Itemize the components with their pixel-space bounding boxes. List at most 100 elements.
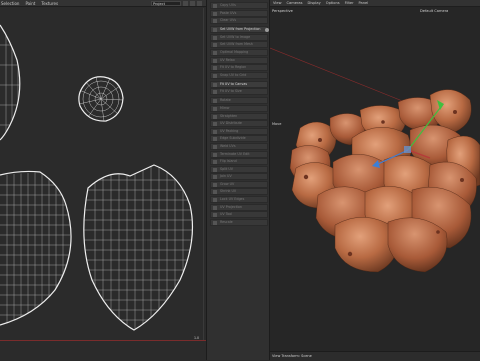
command-label: Flip Island [220,159,237,164]
command-icon [213,137,217,142]
command-item[interactable]: Split UV [210,165,268,173]
command-label: Grow UV [220,181,235,186]
command-icon [213,73,217,78]
uv-island-right[interactable] [80,164,200,335]
command-label: Clear UVs [220,18,237,23]
command-item[interactable]: UV Projection [210,203,268,211]
command-item[interactable]: Clear UVs [210,17,268,25]
command-label: Copy UVs [220,3,236,7]
uv-layer-dropdown[interactable]: Project [151,1,181,6]
command-label: Fit UV to Size [220,89,242,94]
command-icon [213,50,217,55]
command-item[interactable]: Terminate UV Edit [210,150,268,158]
viewport-menu-options[interactable]: Options [326,1,340,5]
command-label: Set UVW to Image [220,34,251,39]
command-label: Snap UV to Grid [220,72,247,77]
command-item[interactable]: Grow UV [210,180,268,188]
command-item[interactable]: UV Packing [210,127,268,135]
command-label: Split UV [220,166,234,171]
uv-menu-selection[interactable]: Selection [1,1,19,6]
command-item[interactable]: Edge Subdivide [210,135,268,143]
settings-icon[interactable] [197,1,202,6]
command-icon [213,144,217,149]
viewport-scene[interactable] [270,8,480,351]
command-item[interactable]: Join UV [210,173,268,181]
uv-editor-menubar: Selection Paint Textures Project [0,0,206,7]
command-label: UV Relax [220,57,235,62]
viewport-menu-panel[interactable]: Panel [359,1,369,5]
command-label: Rescale [220,219,233,224]
command-item[interactable]: Shrink UV [210,188,268,196]
uv-toolbar-icons [183,1,202,6]
command-item[interactable]: Optimal Mapping [210,48,268,56]
viewport-menu-filter[interactable]: Filter [345,1,354,5]
command-label: Mirror [220,105,230,110]
command-icon [213,129,217,134]
command-item[interactable]: Set UVW from Projection [210,26,268,34]
command-item[interactable]: UV Relax [210,56,268,64]
command-item[interactable]: Flip Island [210,158,268,166]
command-item[interactable]: Rescale [210,218,268,226]
command-icon [213,205,217,210]
command-label: Terminate UV Edit [220,151,250,156]
command-icon [213,213,217,218]
uv-island-circle[interactable] [78,76,124,122]
command-label: Straighten [220,113,238,118]
uv-command-list: Copy UVs Paste UVs Clear UVs Set UVW from P… [210,2,268,226]
uv-canvas[interactable] [0,8,206,360]
command-label: Edge Subdivide [220,136,246,141]
uv-u-axis [0,340,206,341]
command-label: UV Projection [220,204,243,209]
command-icon [213,66,217,71]
command-item[interactable]: Fit UV to Canvas [210,80,268,88]
view-transform-label[interactable]: View Transform: Scene [272,354,312,358]
command-item[interactable]: Fit UV to Region [210,64,268,72]
command-icon [213,122,217,127]
command-icon [213,175,217,180]
uv-island-top[interactable] [0,20,22,145]
command-label: UV Packing [220,128,239,133]
viewport-menu-display[interactable]: Display [308,1,321,5]
command-icon [213,99,217,104]
command-icon [213,35,217,40]
viewport-menu-cameras[interactable]: Cameras [287,1,303,5]
command-item[interactable]: Rotate [210,97,268,105]
gear-icon[interactable] [265,28,269,32]
uv-menu-paint[interactable]: Paint [25,1,35,6]
command-label: Lock UV Edges [220,197,245,202]
command-item[interactable]: UV Distribute [210,120,268,128]
lock-icon[interactable] [183,1,188,6]
command-item[interactable]: Snap UV to Grid [210,71,268,79]
command-icon [213,220,217,225]
viewport-menu-view[interactable]: View [273,1,282,5]
command-item[interactable]: Mirror [210,104,268,112]
command-item[interactable]: Weld UVs [210,142,268,150]
grid-icon[interactable] [190,1,195,6]
command-icon [213,19,217,24]
command-item[interactable]: Paste UVs [210,9,268,17]
viewport-menubar: View Cameras Display Options Filter Pane… [270,0,480,7]
command-item[interactable]: Set UVW from Mesh [210,41,268,49]
command-label: Set UVW from Projection [220,27,261,32]
command-label: Paste UVs [220,10,237,15]
command-icon [213,152,217,157]
command-item[interactable]: Straighten [210,112,268,120]
uv-menu-textures[interactable]: Textures [41,1,58,6]
command-item[interactable]: Copy UVs [210,2,268,9]
command-label: Optimal Mapping [220,49,249,54]
command-label: Fit UV to Region [220,65,247,70]
uv-commands-panel: Copy UVs Paste UVs Clear UVs Set UVW from P… [206,0,270,360]
command-icon [213,114,217,119]
command-item[interactable]: Lock UV Edges [210,196,268,204]
command-icon [213,160,217,165]
command-item[interactable]: Fit UV to Size [210,88,268,96]
command-label: UV Distribute [220,121,242,126]
command-icon [213,182,217,187]
uv-island-left[interactable] [0,170,72,330]
mesh-objects[interactable] [289,89,480,273]
command-label: Set UVW from Mesh [220,42,253,47]
command-icon [213,167,217,172]
command-label: Shrink UV [220,189,237,194]
command-item[interactable]: UV Tool [210,211,268,219]
command-item[interactable]: Set UVW to Image [210,33,268,41]
